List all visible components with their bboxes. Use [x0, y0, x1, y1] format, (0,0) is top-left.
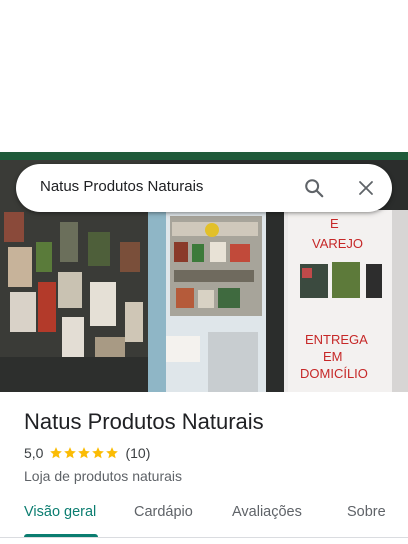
review-count[interactable]: (10) [125, 445, 150, 461]
star-icon [106, 447, 119, 459]
sign-text-2: VAREJO [312, 236, 363, 251]
star-icon [78, 447, 91, 459]
place-title: Natus Produtos Naturais [24, 409, 264, 434]
rating-value: 5,0 [24, 445, 44, 461]
tab-overview[interactable]: Visão geral [24, 504, 96, 520]
place-info: Natus Produtos Naturais 5,0 (10) Loja de… [24, 408, 394, 484]
tab-menu[interactable]: Cardápio [134, 504, 193, 520]
sign-text-5: DOMICÍLIO [300, 366, 368, 381]
star-icon [50, 447, 63, 459]
star-rating [49, 446, 119, 460]
tab-about[interactable]: Sobre [347, 504, 386, 520]
sign-text-1: E [330, 216, 339, 231]
search-bar[interactable]: Natus Produtos Naturais [16, 164, 392, 212]
search-input[interactable]: Natus Produtos Naturais [40, 178, 203, 195]
rating-row[interactable]: 5,0 (10) [24, 444, 394, 462]
tab-bar: Visão geral Cardápio Avaliações Sobre [0, 494, 408, 538]
place-details-page: E VAREJO ENTREGA EM DOMICÍLIO Natus Prod… [0, 0, 408, 544]
star-icon [92, 447, 105, 459]
star-icon [64, 447, 77, 459]
sign-text-3: ENTREGA [305, 332, 368, 347]
search-icon[interactable] [300, 174, 328, 202]
place-category[interactable]: Loja de produtos naturais [24, 468, 394, 484]
close-icon[interactable] [352, 174, 380, 202]
tab-reviews[interactable]: Avaliações [232, 504, 302, 520]
sign-text-4: EM [323, 349, 343, 364]
active-tab-indicator [24, 534, 98, 537]
